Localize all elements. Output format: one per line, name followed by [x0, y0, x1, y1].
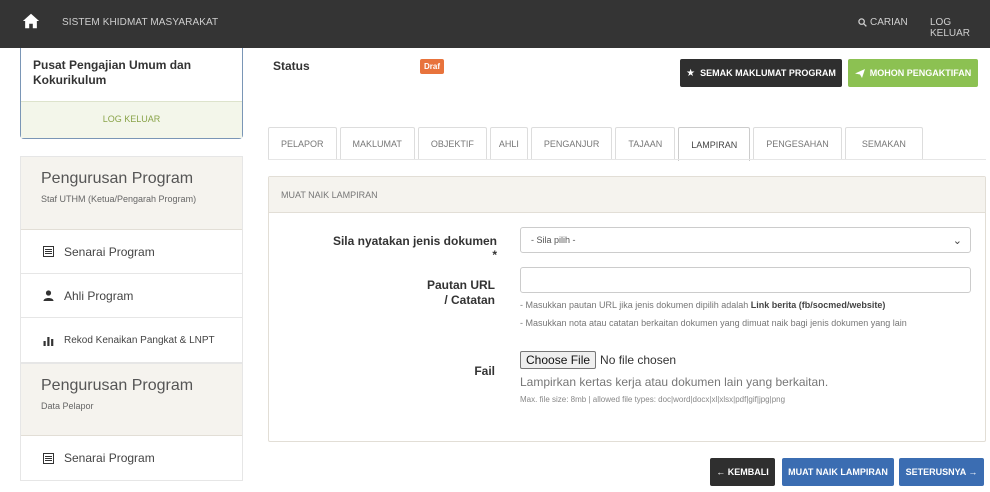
url-hint-1-bold: Link berita (fb/socmed/website) — [750, 300, 886, 310]
search-icon — [858, 18, 867, 27]
sidebar-section-subtitle: Staf UTHM (Ketua/Pengarah Program) — [41, 194, 197, 204]
tab-ahli[interactable]: AHLI — [489, 127, 528, 159]
file-constraints-text: Max. file size: 8mb | allowed file types… — [520, 395, 786, 404]
home-icon[interactable] — [22, 12, 40, 30]
profile-logout-button[interactable]: LOG KELUAR — [21, 101, 242, 138]
url-label-line1: Pautan URL — [426, 278, 495, 292]
review-program-label: SEMAK MAKLUMAT PROGRAM — [700, 68, 836, 78]
sidebar-item-label: Senarai Program — [64, 451, 155, 465]
file-help-text: Lampirkan kertas kerja atau dokumen lain… — [520, 375, 829, 389]
sidebar-item-label: Rekod Kenaikan Pangkat & LNPT — [64, 334, 215, 346]
tab-lampiran[interactable]: LAMPIRAN — [678, 127, 751, 161]
apply-activation-button[interactable]: MOHON PENGAKTIFAN — [848, 59, 978, 87]
tab-tajaan[interactable]: TAJAAN — [615, 127, 676, 159]
sidebar-item-senarai-program[interactable]: Senarai Program — [21, 230, 242, 274]
top-navbar: SISTEM KHIDMAT MASYARAKAT CARIAN LOG KEL… — [0, 0, 990, 48]
tab-maklumat[interactable]: MAKLUMAT — [339, 127, 415, 159]
tab-pengesahan[interactable]: PENGESAHAN — [753, 127, 842, 159]
upload-attachment-panel: MUAT NAIK LAMPIRAN Sila nyatakan jenis d… — [268, 176, 986, 442]
apply-activation-label: MOHON PENGAKTIFAN — [869, 68, 972, 78]
next-button[interactable]: SETERUSNYA → — [899, 458, 984, 486]
send-icon — [854, 68, 865, 78]
sidebar-section-title: Pengurusan Program — [41, 170, 194, 187]
url-label-line2: / Catatan — [444, 293, 495, 307]
doc-type-selected-value: - Sila pilih - — [531, 235, 576, 245]
choose-file-button[interactable]: Choose File — [520, 351, 597, 369]
url-hint-1-text: - Masukkan pautan URL jika jenis dokumen… — [520, 300, 751, 310]
star-icon: ★ — [686, 67, 696, 79]
url-hint-1: - Masukkan pautan URL jika jenis dokumen… — [520, 300, 885, 310]
search-label: CARIAN — [870, 17, 908, 28]
review-program-button[interactable]: ★ SEMAK MAKLUMAT PROGRAM — [680, 59, 842, 87]
app-title[interactable]: SISTEM KHIDMAT MASYARAKAT — [62, 17, 218, 28]
sidebar-item-label: Ahli Program — [64, 288, 134, 303]
sidebar-item-ahli-program[interactable]: Ahli Program — [21, 274, 242, 318]
panel-title: MUAT NAIK LAMPIRAN — [269, 177, 985, 213]
tab-semakan[interactable]: SEMAKAN — [844, 127, 923, 159]
back-button[interactable]: ← KEMBALI — [710, 458, 775, 486]
search-link[interactable]: CARIAN — [858, 17, 908, 28]
upload-attachment-button[interactable]: MUAT NAIK LAMPIRAN — [782, 458, 894, 486]
url-note-input[interactable] — [520, 267, 971, 293]
status-badge: Draf — [420, 59, 445, 74]
sidebar-section-header: Pengurusan Program Data Pelapor — [21, 364, 242, 436]
sidebar-item-rekod-kenaikan[interactable]: Rekod Kenaikan Pangkat & LNPT — [21, 318, 242, 362]
tab-pelapor[interactable]: PELAPOR — [268, 127, 337, 159]
tabs-divider — [268, 159, 986, 160]
file-status: No file chosen — [600, 353, 677, 367]
sidebar-section-title: Pengurusan Program — [41, 377, 194, 394]
tab-penganjur[interactable]: PENGANJUR — [530, 127, 613, 159]
list-icon — [41, 452, 55, 464]
list-icon — [41, 246, 55, 257]
chevron-down-icon: ⌄ — [952, 235, 962, 247]
doc-type-label: Sila nyatakan jenis dokumen * — [332, 234, 497, 262]
profile-name: Pusat Pengajian Umum dan Kokurikulum — [33, 58, 192, 87]
sidebar-item-label: Senarai Program — [64, 244, 155, 259]
top-logout-link[interactable]: LOG KELUAR — [930, 17, 990, 39]
tab-objektif[interactable]: OBJEKTIF — [417, 127, 487, 159]
file-input: Choose File No file chosen — [520, 351, 676, 369]
form-tabs: PELAPOR MAKLUMAT OBJEKTIF AHLI PENGANJUR… — [268, 127, 926, 161]
status-label: Status — [273, 59, 310, 73]
sidebar-section-subtitle: Data Pelapor — [41, 401, 94, 411]
doc-type-select[interactable]: - Sila pilih - ⌄ — [520, 227, 971, 253]
bar-chart-icon — [41, 335, 55, 346]
sidebar-section-header: Pengurusan Program Staf UTHM (Ketua/Peng… — [21, 157, 242, 230]
user-icon — [41, 290, 55, 301]
profile-card: Pusat Pengajian Umum dan Kokurikulum LOG… — [20, 48, 243, 139]
sidebar-section-data-pelapor: Pengurusan Program Data Pelapor Senarai … — [20, 363, 243, 481]
sidebar-section-program: Pengurusan Program Staf UTHM (Ketua/Peng… — [20, 156, 243, 363]
url-hint-2: - Masukkan nota atau catatan berkaitan d… — [520, 318, 907, 328]
sidebar-item-senarai-program[interactable]: Senarai Program — [21, 436, 242, 480]
file-label: Fail — [474, 364, 495, 378]
